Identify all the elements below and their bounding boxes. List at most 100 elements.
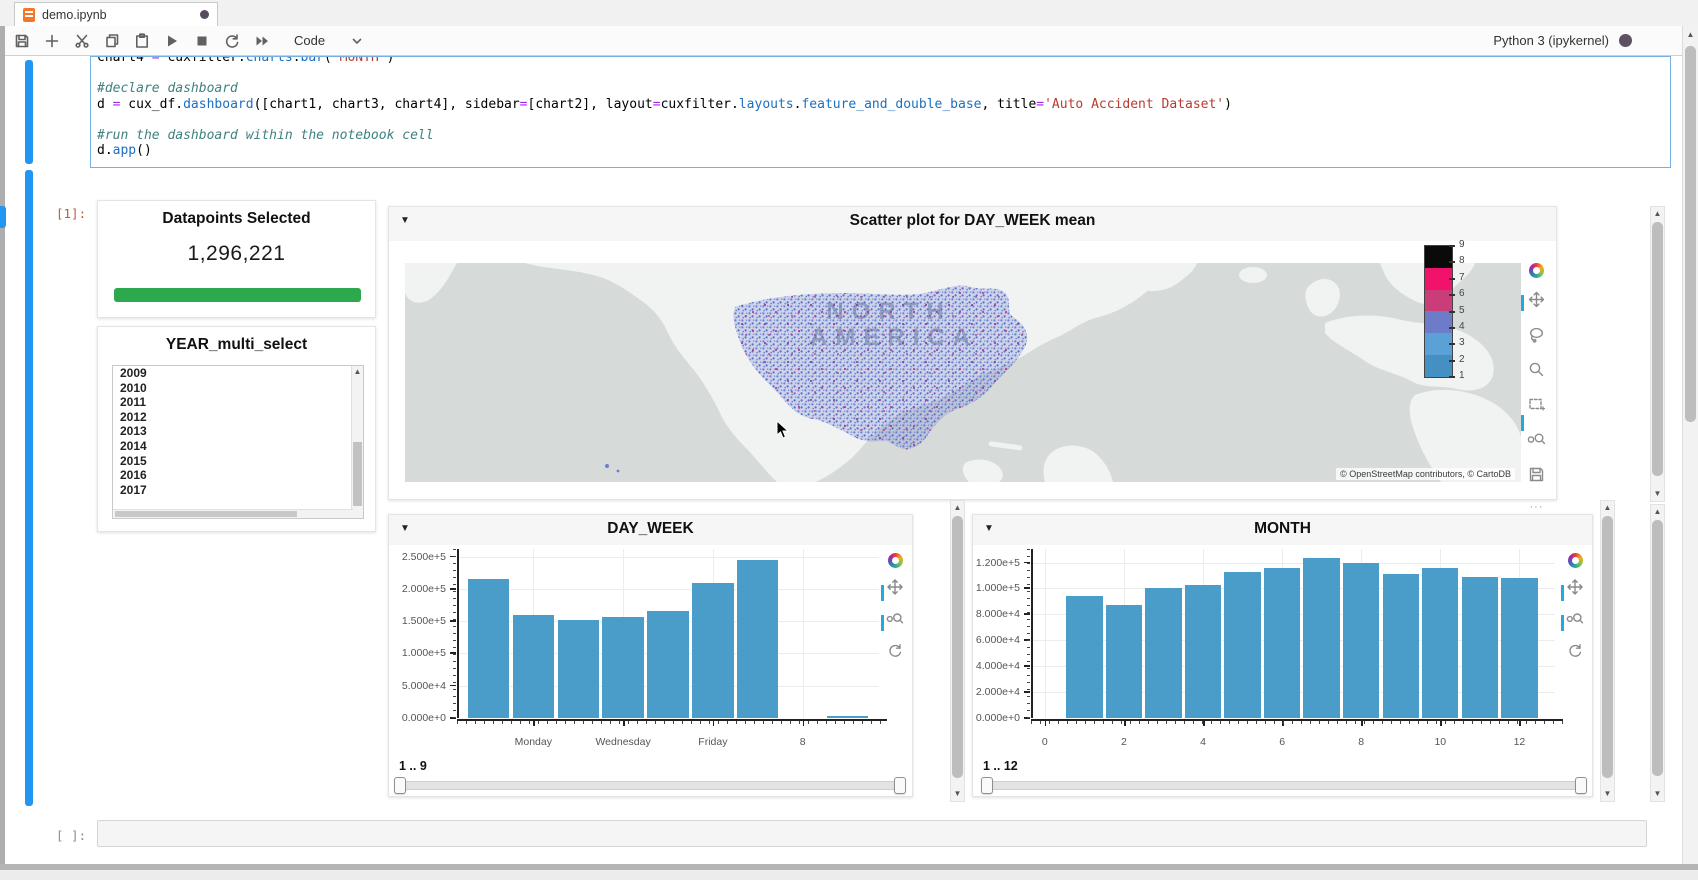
y-axis-tick-label: 1.200e+5: [973, 557, 1020, 569]
code-cell[interactable]: chart4 = cuxfilter.charts.bar('MONTH') #…: [90, 56, 1671, 168]
year-option[interactable]: 2014: [113, 439, 363, 454]
scroll-up-icon[interactable]: ▲: [1651, 506, 1664, 518]
pan-tool-icon[interactable]: [887, 579, 903, 600]
panel-right-scrollbar[interactable]: ▲ ▼: [1600, 500, 1615, 802]
slider-track[interactable]: [981, 781, 1587, 790]
month-range-slider[interactable]: [981, 777, 1587, 794]
colorbar-segment: [1425, 290, 1452, 312]
y-axis-tick-label: 0.000e+0: [389, 712, 446, 724]
scroll-up-icon[interactable]: ▲: [951, 502, 964, 514]
year-listbox-vscrollbar[interactable]: ▲: [351, 366, 363, 518]
scroll-up-icon[interactable]: ▲: [1651, 208, 1664, 220]
bar: [827, 716, 868, 718]
colorbar-tick: [1449, 311, 1455, 313]
save-plot-icon[interactable]: [1528, 466, 1545, 488]
scroll-up-icon[interactable]: ▲: [352, 366, 363, 377]
scrollbar-thumb[interactable]: [1652, 222, 1663, 476]
slider-track[interactable]: [394, 781, 906, 790]
window-scrollbar[interactable]: ▲ ▼: [1682, 26, 1698, 880]
scrollbar-thumb[interactable]: [115, 511, 297, 517]
day-week-range-slider[interactable]: [394, 777, 906, 794]
slider-handle-left[interactable]: [394, 777, 406, 794]
bar: [1224, 572, 1260, 718]
scroll-up-icon[interactable]: ▲: [1601, 502, 1614, 514]
datapoints-progress-bar: [114, 288, 361, 302]
copy-button[interactable]: [100, 29, 124, 53]
bokeh-logo-icon[interactable]: [1529, 263, 1544, 278]
colorbar-tick: [1449, 294, 1455, 296]
save-button[interactable]: [10, 29, 34, 53]
year-option[interactable]: 2009: [113, 366, 363, 381]
y-axis-line: [1031, 549, 1033, 718]
year-listbox-hscrollbar[interactable]: [113, 509, 353, 518]
wheel-zoom-icon[interactable]: [1527, 431, 1546, 453]
paste-button[interactable]: [130, 29, 154, 53]
slider-handle-left[interactable]: [981, 777, 993, 794]
colorbar-tick-label: 2: [1459, 354, 1475, 365]
scroll-down-icon[interactable]: ▼: [1651, 788, 1664, 800]
restart-kernel-icon[interactable]: [220, 29, 244, 53]
scroll-down-icon[interactable]: ▼: [1601, 788, 1614, 800]
box-zoom-icon[interactable]: [1528, 361, 1545, 383]
box-select-icon[interactable]: [1528, 396, 1545, 418]
output-scrollbar-lower[interactable]: ▲ ▼: [1650, 504, 1665, 802]
scroll-down-icon[interactable]: ▼: [951, 788, 964, 800]
run-all-button[interactable]: [250, 29, 274, 53]
reset-tool-icon[interactable]: [1567, 643, 1583, 664]
map-attribution[interactable]: © OpenStreetMap contributors, © CartoDB: [1336, 468, 1515, 480]
output-scrollbar-upper[interactable]: ▲ ▼: [1650, 206, 1665, 502]
year-option[interactable]: 2012: [113, 410, 363, 425]
colorbar-tick-label: 5: [1459, 305, 1475, 316]
wheel-zoom-icon[interactable]: [1566, 611, 1584, 632]
slider-handle-right[interactable]: [1575, 777, 1587, 794]
map-canvas[interactable]: NORTH AMERICA © OpenStreetMap contributo…: [405, 263, 1521, 482]
tab-demo-ipynb[interactable]: demo.ipynb: [14, 2, 218, 26]
run-button[interactable]: [160, 29, 184, 53]
colorbar-tick: [1449, 327, 1455, 329]
add-cell-button[interactable]: [40, 29, 64, 53]
reset-tool-icon[interactable]: [887, 643, 903, 664]
colorbar-tick-label: 1: [1459, 370, 1475, 381]
pan-tool-icon[interactable]: [1528, 291, 1545, 313]
chevron-down-icon: [351, 37, 363, 45]
panel-divider-scrollbar[interactable]: ▲ ▼: [950, 500, 965, 802]
more-options-icon[interactable]: ···: [1530, 501, 1544, 513]
gridline: [803, 549, 804, 718]
lasso-select-icon[interactable]: [1528, 326, 1545, 348]
year-listbox[interactable]: 200920102011201220132014201520162017 ▲: [112, 365, 364, 519]
scrollbar-thumb[interactable]: [952, 516, 963, 778]
cut-button[interactable]: [70, 29, 94, 53]
stop-button[interactable]: [190, 29, 214, 53]
year-option[interactable]: 2017: [113, 483, 363, 498]
day-week-plot[interactable]: 0.000e+05.000e+41.000e+51.500e+52.000e+5…: [389, 515, 912, 796]
scrollbar-thumb[interactable]: [1652, 520, 1663, 776]
empty-code-cell[interactable]: [97, 820, 1647, 847]
day-week-chart-panel: ▼ DAY_WEEK 0.000e+05.000e+41.000e+51.500…: [388, 514, 913, 797]
window-bottom-edge: [0, 864, 1698, 880]
year-option[interactable]: 2016: [113, 468, 363, 483]
slider-handle-right[interactable]: [894, 777, 906, 794]
year-option[interactable]: 2011: [113, 395, 363, 410]
selected-output-bar[interactable]: [25, 170, 33, 806]
month-plot[interactable]: 0.000e+02.000e+44.000e+46.000e+48.000e+4…: [973, 515, 1592, 796]
year-option[interactable]: 2015: [113, 454, 363, 469]
year-option[interactable]: 2013: [113, 424, 363, 439]
kernel-indicator[interactable]: Python 3 (ipykernel): [1493, 33, 1688, 48]
bokeh-logo-icon[interactable]: [1568, 553, 1583, 568]
scrollbar-thumb[interactable]: [353, 442, 362, 506]
selected-cell-bar[interactable]: [25, 60, 33, 164]
gridline: [457, 589, 879, 590]
unsaved-changes-dot-icon[interactable]: [200, 10, 209, 19]
code-editor[interactable]: chart4 = cuxfilter.charts.bar('MONTH') #…: [97, 56, 1232, 159]
x-axis-tick-label: 10: [1434, 736, 1446, 748]
pan-tool-icon[interactable]: [1567, 579, 1583, 600]
wheel-zoom-icon[interactable]: [886, 611, 904, 632]
colorbar-tick-label: 4: [1459, 321, 1475, 332]
scrollbar-thumb[interactable]: [1685, 46, 1696, 422]
scrollbar-thumb[interactable]: [1602, 516, 1613, 778]
cell-type-select[interactable]: Code: [294, 33, 363, 48]
year-option[interactable]: 2010: [113, 381, 363, 396]
scroll-down-icon[interactable]: ▼: [1651, 488, 1664, 500]
scroll-up-icon[interactable]: ▲: [1684, 29, 1697, 41]
bokeh-logo-icon[interactable]: [888, 553, 903, 568]
